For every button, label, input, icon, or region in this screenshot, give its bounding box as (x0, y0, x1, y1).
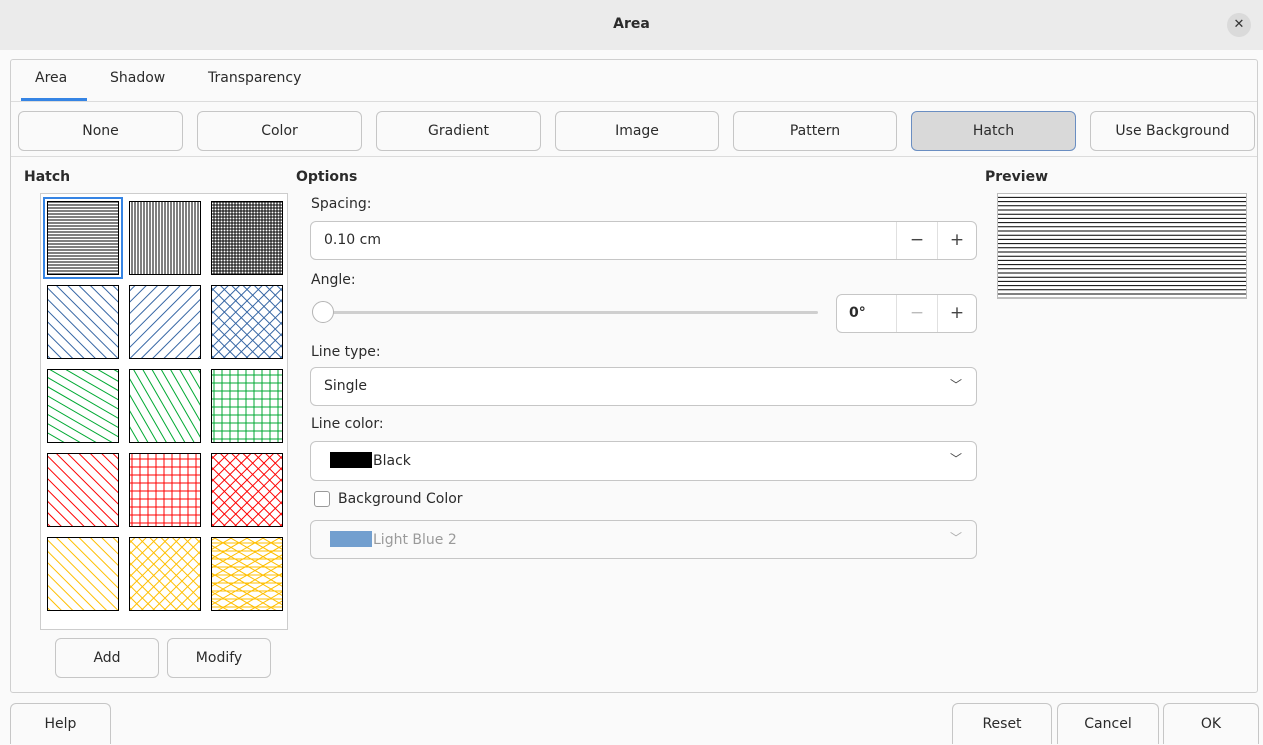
angle-value: 0° (849, 305, 866, 321)
reset-button[interactable]: Reset (952, 703, 1052, 744)
hatch-swatch[interactable] (47, 537, 119, 611)
tab-area[interactable]: Area (35, 70, 67, 86)
spacing-field[interactable]: 0.10 cm − + (310, 221, 977, 260)
cancel-button[interactable]: Cancel (1057, 703, 1159, 744)
close-icon[interactable]: ✕ (1227, 13, 1251, 37)
fill-pattern-button[interactable]: Pattern (733, 111, 897, 151)
tab-transparency[interactable]: Transparency (208, 70, 301, 86)
hatch-swatch[interactable] (129, 285, 201, 359)
hatch-preview (750, 0, 1263, 618)
hatch-heading: Hatch (24, 169, 71, 185)
preview-heading: Preview (985, 169, 1049, 185)
spacing-value: 0.10 cm (324, 232, 381, 248)
spacing-increase-button[interactable]: + (937, 222, 977, 259)
hatch-swatch[interactable] (211, 369, 283, 443)
fill-use-background-button[interactable]: Use Background (1090, 111, 1255, 151)
hatch-swatch[interactable] (47, 285, 119, 359)
line-color-dropdown[interactable]: Black ﹀ (310, 441, 977, 481)
hatch-swatch[interactable] (129, 537, 201, 611)
modify-hatch-button[interactable]: Modify (167, 638, 271, 678)
background-color-checkbox[interactable] (314, 491, 330, 507)
line-color-swatch (330, 452, 372, 468)
preview-hatch-lines (750, 0, 1263, 618)
line-type-dropdown[interactable]: Single ﹀ (310, 367, 977, 406)
window-title: Area (613, 16, 650, 32)
options-heading: Options (296, 169, 358, 185)
fill-hatch-button[interactable]: Hatch (911, 111, 1076, 151)
hatch-swatch[interactable] (211, 453, 283, 527)
hatch-swatch[interactable] (129, 453, 201, 527)
chevron-down-icon: ﹀ (949, 531, 962, 545)
hatch-swatch[interactable] (129, 369, 201, 443)
hatch-swatch[interactable] (47, 453, 119, 527)
background-color-label: Background Color (338, 491, 463, 507)
title-bar: Area ✕ (0, 0, 1263, 50)
hatch-swatch[interactable] (211, 537, 283, 611)
background-color-value: Light Blue 2 (373, 532, 457, 548)
fill-none-button[interactable]: None (18, 111, 183, 151)
fill-gradient-button[interactable]: Gradient (376, 111, 541, 151)
fill-color-button[interactable]: Color (197, 111, 362, 151)
line-color-label: Line color: (311, 416, 384, 432)
add-hatch-button[interactable]: Add (55, 638, 159, 678)
angle-decrease-button[interactable]: − (897, 295, 937, 332)
angle-increase-button[interactable]: + (937, 295, 977, 332)
line-color-value: Black (373, 453, 411, 469)
chevron-down-icon: ﹀ (949, 452, 962, 466)
angle-slider-handle[interactable] (312, 301, 334, 323)
ok-button[interactable]: OK (1163, 703, 1259, 744)
chevron-down-icon: ﹀ (949, 378, 962, 392)
background-color-swatch (330, 531, 372, 547)
angle-label: Angle: (311, 272, 356, 288)
fill-buttons-divider (11, 156, 1257, 157)
hatch-swatch[interactable] (43, 197, 123, 279)
tabs-divider (11, 101, 1257, 102)
line-type-label: Line type: (311, 344, 381, 360)
hatch-swatch[interactable] (47, 369, 119, 443)
hatch-swatch[interactable] (129, 201, 201, 275)
hatch-list[interactable] (40, 193, 288, 630)
help-button[interactable]: Help (10, 703, 111, 744)
angle-slider-track[interactable] (315, 311, 818, 314)
hatch-swatch[interactable] (211, 201, 283, 275)
spacing-label: Spacing: (311, 196, 372, 212)
angle-field[interactable]: 0° − + (836, 294, 977, 333)
spacing-decrease-button[interactable]: − (897, 222, 937, 259)
fill-image-button[interactable]: Image (555, 111, 719, 151)
hatch-swatch[interactable] (211, 285, 283, 359)
line-type-value: Single (324, 378, 368, 394)
tab-shadow[interactable]: Shadow (110, 70, 165, 86)
background-color-dropdown: Light Blue 2 ﹀ (310, 520, 977, 559)
